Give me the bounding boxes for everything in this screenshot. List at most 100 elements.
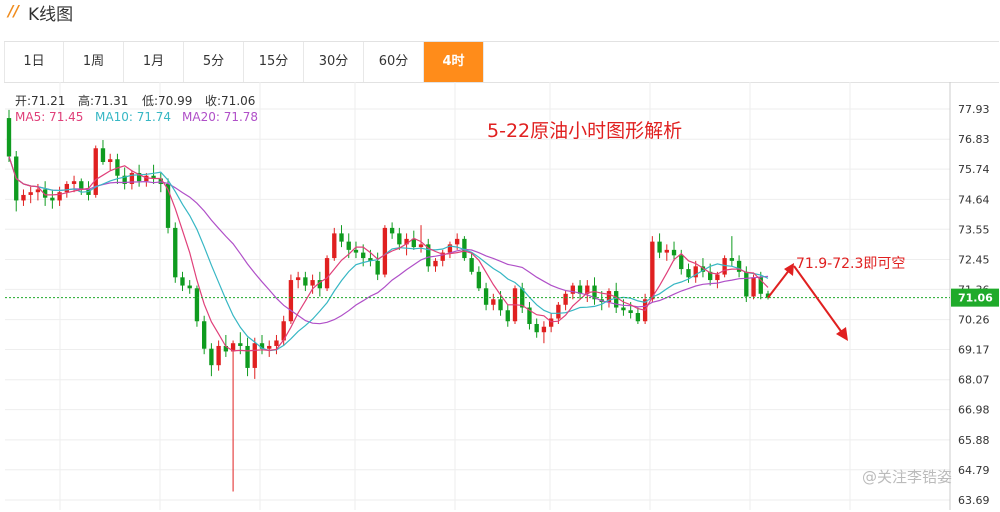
candle-body-74 — [541, 326, 547, 333]
info-ohlc-3: 收:71.06 — [205, 94, 255, 108]
y-tick-label-10: 66.98 — [958, 404, 990, 417]
tab-4[interactable]: 15分 — [244, 42, 304, 82]
y-tick-label-9: 68.07 — [958, 374, 990, 387]
tab-1[interactable]: 1周 — [64, 42, 124, 82]
y-tick-label-3: 74.64 — [958, 193, 990, 206]
candle-body-23 — [173, 227, 178, 278]
candle-body-87 — [635, 313, 641, 322]
candle-body-54 — [397, 233, 402, 245]
window-header: // K线图 — [0, 0, 1000, 28]
info-ma10: MA10: 71.74 — [95, 110, 171, 124]
tab-7[interactable]: 4时 — [424, 42, 484, 82]
candle-body-77 — [563, 293, 568, 305]
candle-body-13 — [100, 148, 106, 162]
candle-body-59 — [433, 260, 438, 267]
candle-body-2 — [21, 194, 26, 201]
info-ohlc-2: 低:70.99 — [142, 94, 192, 108]
candle-body-25 — [187, 285, 192, 289]
candle-body-68 — [498, 299, 503, 311]
candle-body-90 — [657, 241, 662, 253]
candle-body-65 — [476, 271, 482, 289]
candle-body-89 — [650, 241, 655, 300]
candle-body-40 — [295, 277, 301, 281]
candle-body-48 — [353, 249, 359, 253]
candle-body-93 — [679, 255, 684, 270]
candle-body-26 — [194, 288, 200, 322]
candle-body-57 — [418, 244, 424, 248]
candle-body-76 — [556, 304, 561, 319]
y-tick-label-8: 69.17 — [958, 344, 990, 357]
y-tick-label-2: 75.74 — [958, 163, 990, 176]
candle-body-28 — [209, 348, 214, 366]
candle-body-73 — [534, 323, 539, 333]
watermark-text: @关注李锆姿 — [862, 468, 952, 486]
candle-body-64 — [469, 258, 474, 272]
candle-body-98 — [715, 274, 720, 281]
candle-body-86 — [628, 310, 633, 314]
candle-body-51 — [375, 260, 380, 275]
candle-body-52 — [382, 227, 388, 275]
tab-6[interactable]: 60分 — [364, 42, 424, 82]
candle-body-4 — [35, 189, 41, 193]
candle-body-67 — [491, 299, 496, 305]
candle-body-6 — [50, 197, 55, 201]
info-ohlc-0: 开:71.21 — [15, 94, 65, 108]
chart-title: 5-22原油小时图形解析 — [487, 120, 682, 142]
candle-body-103 — [751, 277, 756, 297]
arrow-down-head — [836, 327, 848, 341]
y-tick-label-11: 65.88 — [958, 434, 990, 447]
candle-body-78 — [570, 285, 575, 294]
candle-body-49 — [361, 252, 366, 259]
arrow-up-line — [767, 268, 791, 299]
info-ma20: MA20: 71.78 — [182, 110, 258, 124]
candle-body-53 — [389, 227, 395, 234]
candle-body-99 — [722, 258, 727, 275]
candle-body-3 — [28, 192, 33, 195]
candle-body-94 — [686, 269, 691, 278]
y-tick-label-1: 76.83 — [958, 133, 990, 146]
candle-body-69 — [505, 310, 510, 322]
candle-body-45 — [332, 233, 337, 259]
annotation-text: 71.9-72.3即可空 — [796, 256, 905, 272]
y-tick-label-13: 63.69 — [958, 494, 990, 507]
y-tick-label-5: 72.45 — [958, 253, 990, 266]
tab-2[interactable]: 1月 — [124, 42, 184, 82]
logo-icon: // — [8, 2, 19, 20]
tab-5[interactable]: 30分 — [304, 42, 364, 82]
candle-body-33 — [245, 345, 250, 368]
candle-body-102 — [744, 271, 749, 297]
y-tick-label-12: 64.79 — [958, 464, 990, 477]
candle-body-29 — [216, 345, 221, 366]
candle-body-66 — [483, 288, 489, 305]
candle-body-85 — [621, 307, 626, 311]
y-tick-label-7: 70.26 — [958, 314, 990, 327]
period-tabs: 1日 1周 1月 5分 15分 30分 60分 4时 — [4, 41, 999, 83]
candle-body-34 — [252, 343, 257, 368]
info-ohlc-1: 高:71.31 — [78, 93, 128, 108]
tab-0[interactable]: 1日 — [4, 42, 64, 82]
current-price-label: 71.06 — [958, 292, 993, 305]
candle-body-46 — [339, 233, 344, 242]
candle-body-37 — [274, 340, 279, 346]
candle-body-92 — [671, 249, 677, 256]
candle-body-32 — [238, 343, 243, 346]
candle-body-84 — [614, 291, 619, 308]
candle-body-8 — [64, 183, 69, 193]
candle-body-42 — [310, 280, 315, 286]
tab-3[interactable]: 5分 — [184, 42, 244, 82]
candle-body-10 — [79, 181, 84, 190]
candle-body-24 — [180, 277, 185, 286]
kline-chart: 77.9376.8375.7474.6473.5572.4571.3670.26… — [5, 82, 999, 510]
candle-body-39 — [288, 280, 294, 322]
candle-body-9 — [71, 181, 77, 184]
candle-body-27 — [202, 321, 207, 349]
candle-body-41 — [303, 277, 308, 286]
candle-body-14 — [108, 159, 113, 162]
candle-body-0 — [6, 118, 12, 157]
y-tick-label-4: 73.55 — [958, 223, 990, 236]
candle-body-36 — [267, 345, 272, 349]
arrow-down-line — [793, 265, 844, 335]
candle-body-44 — [324, 258, 330, 289]
candle-body-100 — [729, 258, 735, 261]
page-title: K线图 — [28, 5, 74, 25]
